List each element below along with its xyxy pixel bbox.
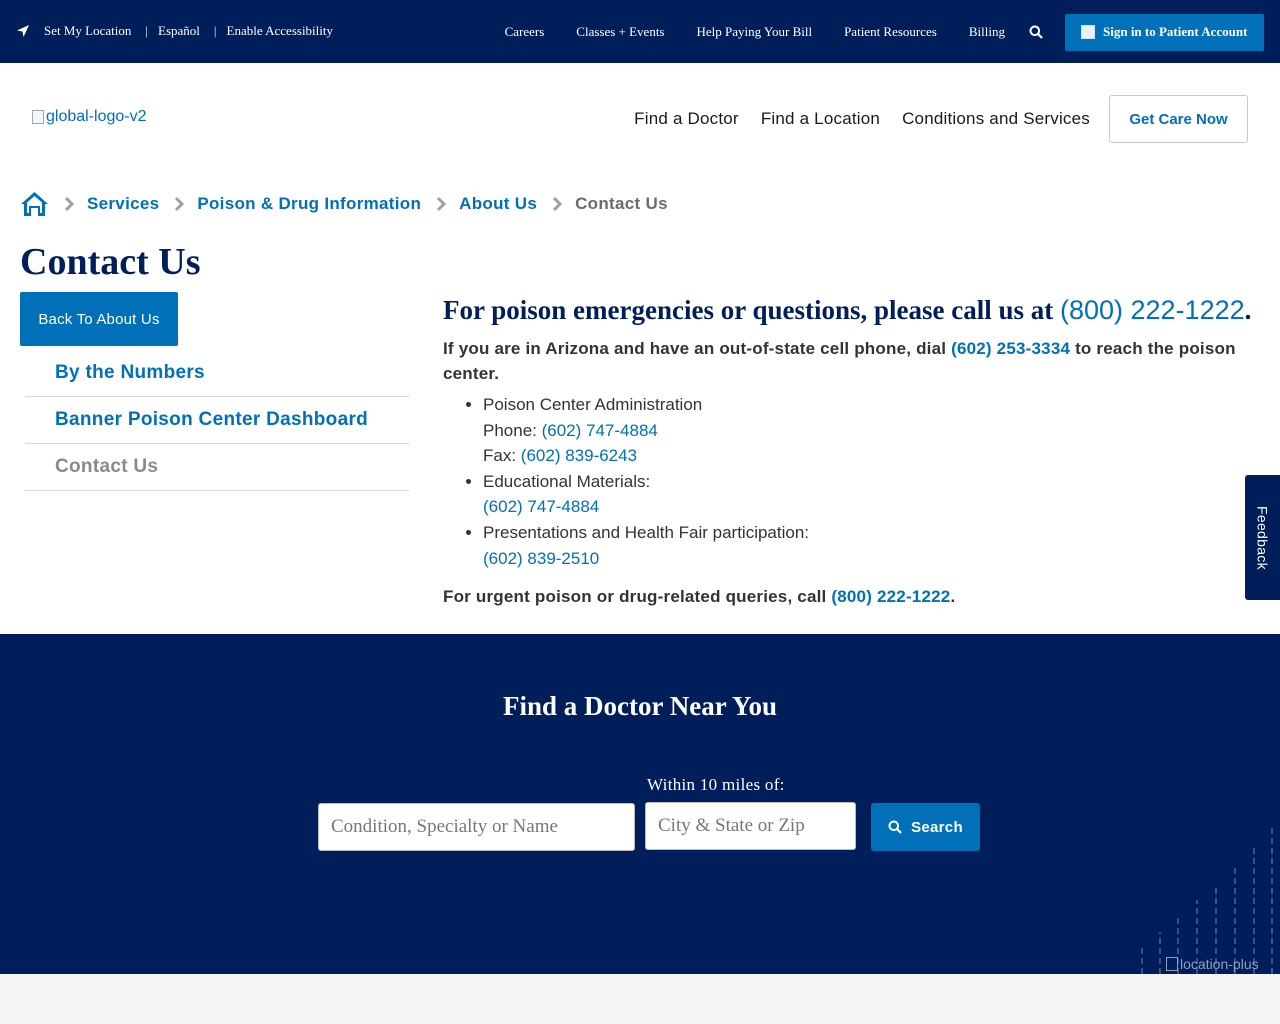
decorative-lines (1141, 824, 1273, 974)
breadcrumb-contact-us: Contact Us (575, 194, 668, 213)
logo[interactable]: global-logo-v2 (32, 108, 147, 126)
find-doctor-section: Find a Doctor Near You Within 10 miles o… (0, 634, 1280, 974)
get-care-now-button[interactable]: Get Care Now (1109, 95, 1248, 143)
footer-strip (0, 974, 1280, 1024)
sidebar-item-contact-us[interactable]: Contact Us (25, 444, 409, 491)
edu-label: Educational Materials: (483, 471, 651, 491)
list-item: Poison Center Administration Phone: (602… (483, 392, 1263, 469)
sign-in-button[interactable]: Sign in to Patient Account (1065, 13, 1264, 51)
broken-image-icon (1166, 957, 1178, 971)
search-icon[interactable] (1029, 25, 1043, 39)
logo-alt-text: global-logo-v2 (46, 108, 147, 125)
main-nav: Find a Doctor Find a Location Conditions… (634, 95, 1248, 143)
emergency-phone-link[interactable]: (800) 222-1222 (1060, 295, 1245, 325)
careers-link[interactable]: Careers (505, 8, 545, 56)
utility-nav: Careers Classes + Events Help Paying You… (505, 8, 1264, 56)
admin-phone-link[interactable]: (602) 747-4884 (542, 421, 658, 440)
breadcrumb-services[interactable]: Services (87, 194, 159, 214)
intro-pre: If you are in Arizona and have an out-of… (443, 339, 952, 358)
doctor-search-button[interactable]: Search (871, 803, 980, 851)
nav-conditions-services[interactable]: Conditions and Services (902, 95, 1090, 143)
chevron-right-icon (175, 196, 185, 212)
condition-search-input[interactable] (318, 803, 635, 851)
sign-in-label: Sign in to Patient Account (1103, 24, 1248, 39)
urgent-phone-link[interactable]: (800) 222-1222 (831, 587, 950, 606)
presentations-label: Presentations and Health Fair participat… (483, 522, 810, 542)
location-arrow-icon[interactable] (16, 24, 30, 38)
admin-label: Poison Center Administration (483, 395, 703, 414)
admin-phone-label: Phone: (483, 420, 542, 440)
main-content: For poison emergencies or questions, ple… (443, 294, 1263, 607)
feedback-label: Feedback (1254, 505, 1271, 570)
presentations-phone-link[interactable]: (602) 839-2510 (483, 549, 599, 568)
breadcrumb-about-us[interactable]: About Us (459, 194, 537, 214)
sidebar-item-by-the-numbers[interactable]: By the Numbers (25, 350, 409, 397)
chevron-right-icon (64, 196, 75, 212)
chevron-right-icon (437, 196, 447, 212)
admin-fax-label: Fax: (483, 446, 521, 466)
breadcrumb: Services Poison & Drug Information About… (20, 191, 668, 217)
nav-find-location[interactable]: Find a Location (761, 95, 880, 143)
sidebar-nav: By the Numbers Banner Poison Center Dash… (25, 350, 409, 491)
list-item: Educational Materials: (602) 747-4884 (483, 469, 1263, 520)
find-doctor-title: Find a Doctor Near You (503, 691, 777, 721)
contact-list: Poison Center Administration Phone: (602… (483, 392, 1263, 571)
urgent-pre: For urgent poison or drug-related querie… (443, 587, 832, 607)
heading-text: For poison emergencies or questions, ple… (443, 295, 1060, 325)
back-to-about-us-button[interactable]: Back To About Us (20, 292, 178, 346)
location-plus-alt: location-plus (1180, 956, 1259, 972)
nav-find-doctor[interactable]: Find a Doctor (634, 95, 739, 143)
utility-left: Set My Location | Español | Enable Acces… (16, 23, 333, 39)
location-plus-image: location-plus (1166, 956, 1259, 972)
urgent-text: For urgent poison or drug-related querie… (443, 587, 1263, 607)
home-icon[interactable] (20, 191, 49, 217)
edu-phone-link[interactable]: (602) 747-4884 (483, 497, 599, 516)
separator: | (213, 23, 217, 38)
espanol-link[interactable]: Español (158, 23, 200, 39)
search-button-label: Search (911, 818, 963, 836)
billing-link[interactable]: Billing (969, 8, 1005, 56)
out-of-state-phone-link[interactable]: (602) 253-3334 (951, 339, 1070, 358)
sidebar-item-dashboard[interactable]: Banner Poison Center Dashboard (25, 397, 409, 444)
list-item: Presentations and Health Fair participat… (483, 520, 1263, 571)
city-zip-input[interactable] (645, 802, 856, 850)
utility-bar: Set My Location | Español | Enable Acces… (0, 0, 1280, 63)
patient-portal-icon (1081, 25, 1095, 39)
heading-period: . (1244, 295, 1252, 325)
accessibility-link[interactable]: Enable Accessibility (227, 23, 334, 39)
separator: | (145, 23, 148, 38)
search-icon (888, 820, 902, 834)
breadcrumb-poison-drug-info[interactable]: Poison & Drug Information (197, 194, 421, 214)
set-location-link[interactable]: Set My Location (44, 23, 131, 39)
page-title: Contact Us (20, 241, 201, 283)
admin-fax-link[interactable]: (602) 839-6243 (521, 446, 637, 465)
urgent-period: . (950, 587, 956, 607)
emergency-heading: For poison emergencies or questions, ple… (443, 294, 1263, 326)
classes-events-link[interactable]: Classes + Events (576, 8, 664, 56)
intro-text: If you are in Arizona and have an out-of… (443, 336, 1263, 386)
main-header: global-logo-v2 Find a Doctor Find a Loca… (0, 63, 1280, 175)
patient-resources-link[interactable]: Patient Resources (844, 8, 937, 56)
feedback-tab[interactable]: Feedback (1245, 475, 1280, 600)
help-paying-bill-link[interactable]: Help Paying Your Bill (697, 8, 813, 56)
within-miles-label: Within 10 miles of: (647, 775, 785, 794)
chevron-right-icon (553, 196, 563, 212)
broken-image-icon (32, 110, 44, 124)
